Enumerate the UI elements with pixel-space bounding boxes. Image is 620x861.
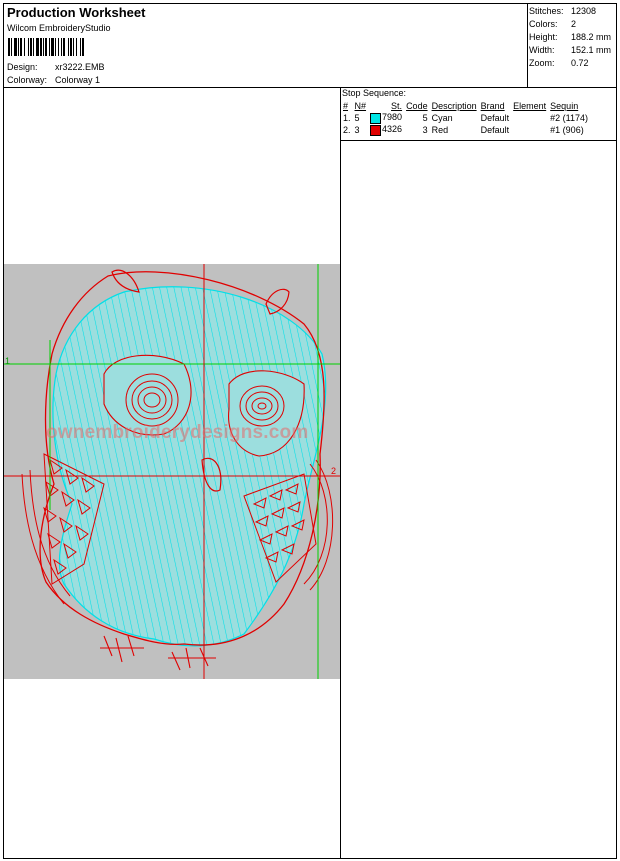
colors-label: Colors:	[529, 19, 558, 29]
stop-sequence-title: Stop Sequence:	[342, 88, 407, 98]
row-element	[511, 124, 548, 136]
zoom-value: 0.72	[571, 58, 589, 68]
row-element	[511, 112, 548, 124]
content-divider	[340, 87, 341, 859]
guide-marker-2: 2	[331, 466, 337, 476]
design-value: xr3222.EMB	[55, 62, 105, 72]
col-code: Code	[406, 101, 428, 111]
design-preview: 1 2	[4, 264, 340, 679]
row-n: 5	[354, 113, 360, 123]
row-brand: Default	[480, 125, 510, 135]
row-sequin: #1 (906)	[550, 125, 584, 135]
col-n: N#	[354, 101, 367, 111]
col-st: St.	[391, 101, 403, 111]
table-row: 1. 5 7980 5 Cyan Default #2 (1174)	[341, 112, 590, 124]
row-st-value: 4326	[382, 124, 403, 135]
row-num: 1.	[343, 113, 351, 123]
design-stats: Stitches: 12308 Colors: 2 Height: 188.2 mm …	[529, 5, 611, 70]
design-label: Design:	[7, 62, 38, 72]
row-num: 2.	[343, 125, 351, 135]
row-code: 3	[422, 125, 428, 135]
row-st: 7980	[368, 112, 404, 124]
col-description: Description	[431, 101, 477, 111]
colors-value: 2	[571, 19, 577, 29]
row-st: 4326	[368, 124, 404, 136]
owl-embroidery-image	[4, 264, 340, 679]
row-st-value: 7980	[382, 112, 403, 123]
barcode	[8, 38, 132, 56]
sequence-divider	[341, 140, 617, 141]
row-n: 3	[354, 125, 360, 135]
table-row: 2. 3 4326 3 Red Default #1 (906)	[341, 124, 590, 136]
color-swatch	[370, 112, 382, 124]
zoom-label: Zoom:	[529, 58, 555, 68]
software-name: Wilcom EmbroideryStudio	[7, 23, 111, 33]
stats-divider	[527, 3, 528, 87]
color-swatch	[370, 124, 382, 136]
row-description: Red	[431, 125, 449, 135]
page-title: Production Worksheet	[7, 5, 146, 20]
col-element: Element	[513, 101, 547, 111]
row-brand: Default	[480, 113, 510, 123]
row-description: Cyan	[431, 113, 453, 123]
width-label: Width:	[529, 45, 555, 55]
height-label: Height:	[529, 32, 558, 42]
stitches-label: Stitches:	[529, 6, 564, 16]
height-value: 188.2 mm	[571, 32, 612, 42]
col-num: #	[343, 101, 349, 111]
colorway-label: Colorway:	[7, 75, 48, 85]
col-brand: Brand	[480, 101, 505, 111]
width-value: 152.1 mm	[571, 45, 612, 55]
stitches-value: 12308	[571, 6, 597, 16]
row-sequin: #2 (1174)	[550, 113, 589, 123]
guide-marker-1: 1	[5, 356, 11, 366]
header-divider	[3, 87, 617, 88]
stop-sequence-table: # N# St. Code Description Brand Element …	[341, 100, 590, 136]
col-sequin: Sequin	[550, 101, 579, 111]
colorway-value: Colorway 1	[55, 75, 101, 85]
row-code: 5	[422, 113, 428, 123]
watermark-text: ownembroiderydesigns.com	[46, 422, 309, 443]
